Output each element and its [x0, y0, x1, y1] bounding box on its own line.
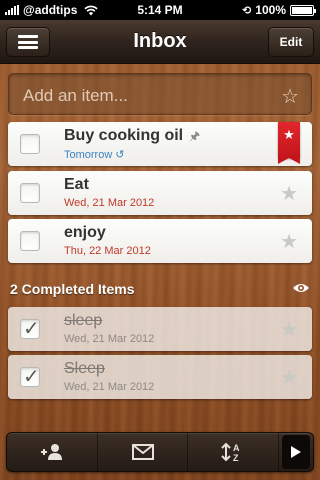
- status-bar: @addtips 5:14 PM ⟲ 100%: [0, 0, 320, 20]
- share-list-button[interactable]: [7, 433, 98, 471]
- repeat-icon: ↺: [115, 149, 125, 161]
- task-item[interactable]: enjoy Thu, 22 Mar 2012 ★: [8, 219, 312, 263]
- sort-az-icon: A Z: [221, 442, 240, 462]
- task-title: Buy cooking oil 🖈: [64, 127, 200, 148]
- eye-icon[interactable]: [292, 281, 310, 295]
- edit-button[interactable]: Edit: [268, 27, 314, 57]
- star-icon[interactable]: ★: [280, 365, 298, 390]
- star-icon[interactable]: ★: [280, 317, 298, 342]
- completed-items-header[interactable]: 2 Completed Items: [10, 281, 134, 297]
- add-person-icon: [40, 444, 62, 460]
- checkmark-icon: ✓: [23, 318, 40, 340]
- task-title: sleep: [64, 312, 103, 329]
- mail-icon: [131, 444, 154, 460]
- task-checkbox[interactable]: [20, 231, 40, 251]
- svg-text:A: A: [233, 443, 240, 453]
- bottom-toolbar: A Z: [6, 432, 314, 472]
- play-icon: [291, 446, 302, 458]
- task-checkbox[interactable]: [20, 134, 40, 154]
- task-item[interactable]: Eat Wed, 21 Mar 2012 ★: [8, 171, 312, 215]
- sort-button[interactable]: A Z: [188, 433, 280, 471]
- task-item[interactable]: Buy cooking oil 🖈 Tomorrow ↺ ★: [8, 122, 312, 166]
- pin-icon: 🖈: [189, 129, 201, 143]
- svg-text:Z: Z: [233, 453, 239, 462]
- completed-task-item[interactable]: ✓ sleep Wed, 21 Mar 2012 ★: [8, 307, 312, 351]
- task-due-date: Tomorrow ↺: [64, 149, 125, 161]
- starred-ribbon-icon[interactable]: ★: [278, 122, 300, 164]
- task-due-date: Thu, 22 Mar 2012: [64, 245, 151, 257]
- nav-bar: Inbox Edit: [0, 20, 320, 64]
- star-icon[interactable]: ★: [280, 229, 298, 254]
- task-title: Sleep: [64, 360, 105, 377]
- add-item-field[interactable]: Add an item... ☆: [8, 73, 312, 115]
- battery-icon: [290, 4, 316, 16]
- checkmark-icon: ✓: [23, 366, 40, 388]
- task-title: Eat: [64, 176, 89, 193]
- task-title: enjoy: [64, 224, 106, 241]
- task-date: Wed, 21 Mar 2012: [64, 381, 155, 393]
- add-item-placeholder: Add an item...: [23, 86, 128, 105]
- task-checkbox-checked[interactable]: ✓: [20, 366, 40, 388]
- battery-percent: 100%: [255, 3, 286, 17]
- completed-task-item[interactable]: ✓ Sleep Wed, 21 Mar 2012 ★: [8, 355, 312, 399]
- status-right: ⟲ 100%: [242, 3, 316, 17]
- star-icon[interactable]: ★: [280, 181, 298, 206]
- task-checkbox[interactable]: [20, 183, 40, 203]
- email-list-button[interactable]: [98, 433, 189, 471]
- task-due-date: Wed, 21 Mar 2012: [64, 197, 155, 209]
- task-date: Wed, 21 Mar 2012: [64, 333, 155, 345]
- task-checkbox-checked[interactable]: ✓: [20, 318, 40, 340]
- star-outline-icon[interactable]: ☆: [281, 84, 299, 109]
- lock-rotation-icon: ⟲: [242, 4, 252, 17]
- play-icon-wrap: [282, 435, 311, 469]
- detail-button[interactable]: [279, 433, 313, 471]
